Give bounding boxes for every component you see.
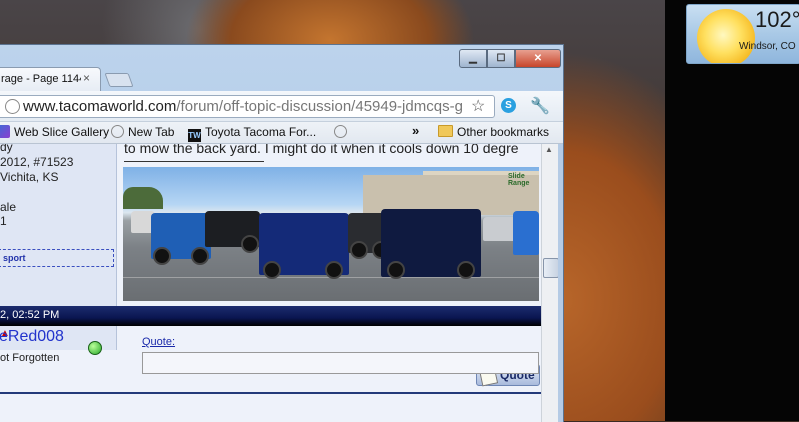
vertical-scrollbar[interactable]: ▲	[541, 144, 559, 422]
quote-link[interactable]: Quote:	[142, 336, 175, 348]
weather-temperature: 102°	[755, 7, 799, 32]
image-truck	[513, 211, 539, 255]
user-info-line: ale	[0, 200, 17, 214]
url-path: /forum/off-topic-discussion/45949-jdmcqs…	[176, 98, 463, 115]
sun-icon	[697, 9, 755, 63]
signature-divider	[124, 161, 264, 162]
user-info-line: Vichita, KS	[0, 170, 59, 184]
tab-close-icon[interactable]: ×	[83, 71, 90, 85]
page-icon	[5, 99, 20, 114]
wrench-icon[interactable]: 🔧	[530, 96, 550, 116]
post-username[interactable]: eRed008	[0, 328, 64, 346]
maximize-button[interactable]: ☐	[487, 49, 515, 68]
post-text: to mow the back yard. I might do it when…	[124, 144, 519, 156]
url-domain: www.tacomaworld.com	[23, 98, 177, 115]
scroll-up-arrow-icon[interactable]: ▲	[545, 145, 553, 154]
bookmark-label: New Tab	[128, 125, 175, 139]
browser-window: rage - Page 1144 × ▁ ☐ ✕ www.tacomaworld…	[0, 44, 564, 422]
image-truck	[151, 213, 211, 265]
globe-icon	[334, 125, 347, 138]
bookmark-label: Toyota Tacoma For...	[205, 125, 317, 139]
window-controls: ▁ ☐ ✕	[459, 49, 561, 68]
image-trees	[123, 187, 163, 209]
bookmark-other[interactable]: Other bookmarks	[438, 125, 549, 139]
url-text[interactable]: www.tacomaworld.com/forum/off-topic-disc…	[23, 98, 463, 115]
close-button[interactable]: ✕	[515, 49, 561, 68]
tab-forum-page[interactable]: rage - Page 1144 ×	[0, 67, 101, 92]
bookmark-label: Other bookmarks	[457, 125, 550, 139]
user-info-line: 2012, #71523	[0, 155, 74, 169]
post-separator	[0, 392, 541, 394]
page-content: dy 2012, #71523 Vichita, KS ale 1 sport …	[0, 144, 541, 422]
new-tab-button[interactable]	[104, 73, 134, 87]
tab-title: rage - Page 1144	[1, 73, 81, 85]
image-truck	[259, 213, 349, 279]
next-post-header: 2, 02:52 PM	[0, 306, 541, 326]
browser-toolbar: www.tacomaworld.com/forum/off-topic-disc…	[0, 91, 563, 122]
bookmarks-bar: Web Slice Gallery New Tab TW Toyota Tacom…	[0, 122, 563, 144]
image-truck	[381, 209, 481, 279]
window-frame	[558, 144, 563, 422]
user-info-line: 1	[0, 214, 7, 228]
bookmark-web-slice-gallery[interactable]: Web Slice Gallery	[0, 125, 109, 139]
scroll-thumb[interactable]	[543, 258, 559, 278]
support-badge[interactable]: sport	[0, 249, 114, 267]
weather-city: Windsor, CO	[739, 41, 796, 52]
bookmark-toyota-tacoma[interactable]: TW Toyota Tacoma For...	[188, 125, 316, 142]
globe-icon	[111, 125, 124, 138]
weather-gadget[interactable]: 102° Windsor, CO	[686, 4, 799, 64]
image-building-sign: Slide Range	[508, 173, 530, 187]
tacomaworld-icon: TW	[188, 129, 201, 142]
quote-box	[142, 352, 539, 374]
address-bar[interactable]: www.tacomaworld.com/forum/off-topic-disc…	[0, 95, 495, 118]
web-slice-icon	[0, 125, 10, 138]
minimize-button[interactable]: ▁	[459, 49, 487, 68]
online-icon	[88, 341, 102, 355]
bookmark-label: Web Slice Gallery	[14, 125, 110, 139]
post-date: 2, 02:52 PM	[0, 309, 60, 321]
image-truck	[205, 211, 260, 253]
bookmark-new-tab[interactable]: New Tab	[111, 125, 174, 139]
skype-icon[interactable]: S	[501, 98, 516, 113]
star-icon[interactable]: ☆	[471, 96, 485, 116]
bookmarks-overflow-chevron[interactable]: »	[412, 123, 419, 138]
user-info-line: dy	[0, 144, 13, 154]
bookmark-untitled[interactable]	[334, 125, 351, 139]
post-image-trucks[interactable]: Slide Range	[123, 167, 539, 301]
folder-icon	[438, 125, 453, 137]
user-title: ot Forgotten	[0, 352, 60, 364]
